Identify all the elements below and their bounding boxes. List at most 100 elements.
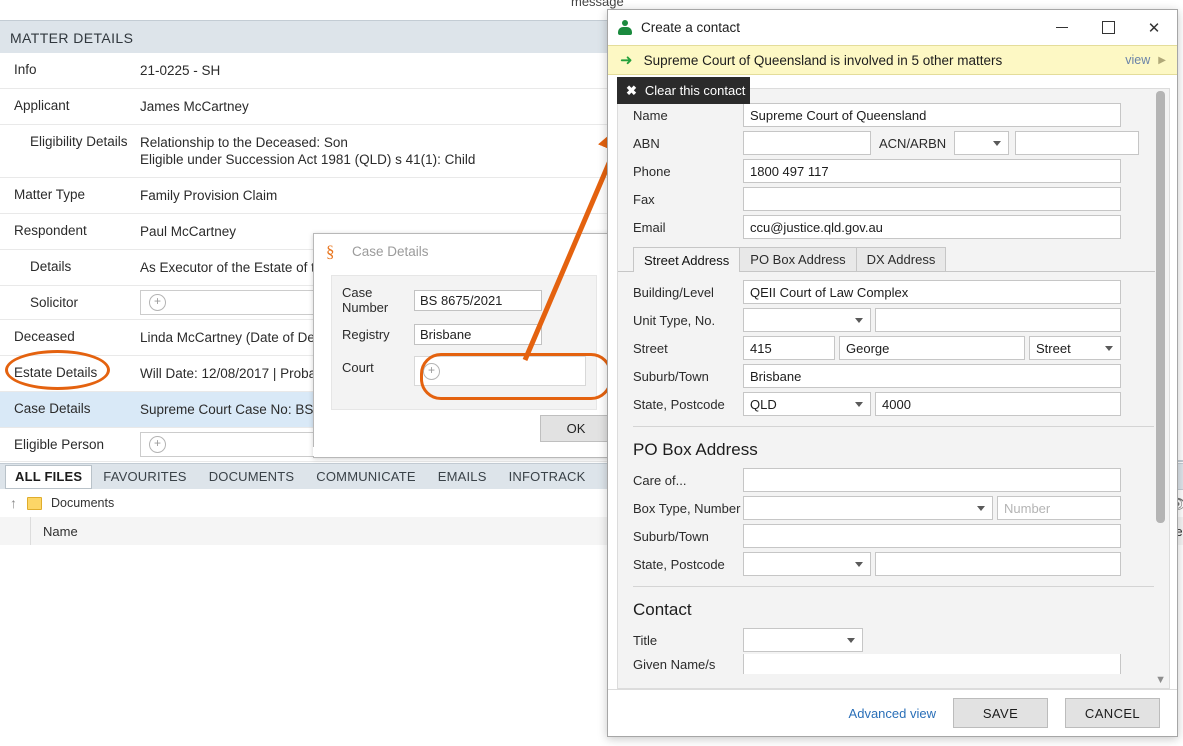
add-icon[interactable]: + — [149, 294, 166, 311]
acn-type-select[interactable] — [954, 131, 1010, 155]
up-arrow-icon[interactable]: ↑ — [10, 495, 17, 511]
file-tab-all-files[interactable]: ALL FILES — [5, 464, 93, 489]
given-names-input[interactable] — [743, 654, 1121, 674]
chevron-down-icon — [855, 562, 863, 567]
chevron-down-icon — [993, 141, 1002, 146]
chevron-down-icon — [1105, 346, 1113, 351]
fax-input[interactable] — [743, 187, 1121, 211]
state-row: State, Postcode QLD 4000 — [618, 390, 1169, 418]
street-name-input[interactable]: George — [839, 336, 1025, 360]
unit-number-input[interactable] — [875, 308, 1121, 332]
save-button[interactable]: SAVE — [953, 698, 1048, 728]
matter-row-label: Case Details — [14, 401, 91, 416]
po-state-row: State, Postcode — [618, 550, 1169, 578]
add-icon[interactable]: + — [423, 362, 440, 380]
column-header-name[interactable]: Name — [31, 524, 78, 539]
smokeball-logo-icon: § — [326, 241, 335, 261]
name-input[interactable]: Supreme Court of Queensland — [743, 103, 1121, 127]
po-postcode-input[interactable] — [875, 552, 1121, 576]
notice-view-link[interactable]: view — [1125, 53, 1150, 67]
case-dialog-footer — [313, 447, 611, 456]
box-number-placeholder: Number — [1004, 500, 1051, 516]
acn-input[interactable] — [1015, 131, 1140, 155]
registry-row: Registry Brisbane — [342, 324, 596, 345]
cancel-button[interactable]: CANCEL — [1065, 698, 1160, 728]
clear-contact-button[interactable]: ✖ Clear this contact — [617, 77, 750, 104]
chevron-down-icon — [855, 402, 863, 407]
case-dialog-titlebar: § Case Details — [314, 234, 612, 268]
chevron-right-icon[interactable]: ▶ — [1158, 55, 1166, 66]
name-row: Name Supreme Court of Queensland — [618, 101, 1169, 129]
chevron-down-icon — [977, 506, 985, 511]
contact-dialog-title: Create a contact — [641, 20, 741, 35]
section-divider-2 — [633, 586, 1154, 587]
po-state-select[interactable] — [743, 552, 871, 576]
case-number-row: Case Number BS 8675/2021 — [342, 285, 596, 315]
create-contact-dialog: Create a contact ✕ ➜ Supreme Court of Qu… — [607, 9, 1178, 737]
street-number-input[interactable]: 415 — [743, 336, 835, 360]
given-names-row: Given Name/s — [618, 654, 1169, 674]
unit-type-select[interactable] — [743, 308, 871, 332]
state-select[interactable]: QLD — [743, 392, 871, 416]
box-number-input[interactable]: Number — [997, 496, 1121, 520]
matter-row-label: Respondent — [14, 223, 87, 238]
contact-dialog-titlebar[interactable]: Create a contact ✕ — [608, 10, 1177, 45]
chevron-down-icon[interactable]: ▼ — [1155, 674, 1166, 686]
phone-input[interactable]: 1800 497 117 — [743, 159, 1121, 183]
notice-text: Supreme Court of Queensland is involved … — [643, 52, 1003, 68]
address-tab-dx-address[interactable]: DX Address — [855, 247, 947, 271]
suburb-input[interactable]: Brisbane — [743, 364, 1121, 388]
dialog-scrollbar-track[interactable]: ▼ — [1155, 90, 1168, 688]
maximize-icon[interactable] — [1085, 10, 1131, 45]
breadcrumb-label[interactable]: Documents — [51, 496, 114, 510]
dialog-scrollbar-thumb[interactable] — [1156, 91, 1165, 523]
box-type-select[interactable] — [743, 496, 993, 520]
boxtype-row: Box Type, Number Number — [618, 494, 1169, 522]
minimize-icon[interactable] — [1039, 10, 1085, 45]
title-row: Title — [618, 626, 1169, 654]
case-dialog-ok-button[interactable]: OK — [540, 415, 612, 442]
po-suburb-input[interactable] — [743, 524, 1121, 548]
clear-contact-label: Clear this contact — [644, 83, 746, 98]
unit-row: Unit Type, No. — [618, 306, 1169, 334]
advanced-view-link[interactable]: Advanced view — [849, 706, 936, 721]
street-type-select[interactable]: Street — [1029, 336, 1121, 360]
file-tab-communicate[interactable]: COMMUNICATE — [305, 467, 426, 487]
postcode-input[interactable]: 4000 — [875, 392, 1121, 416]
building-input[interactable]: QEII Court of Law Complex — [743, 280, 1121, 304]
phone-label: Phone — [633, 163, 671, 179]
given-names-label: Given Name/s — [633, 656, 716, 672]
matter-row-label: Eligible Person — [14, 437, 105, 452]
matter-row-label: Matter Type — [14, 187, 86, 202]
court-row: Court + — [342, 356, 596, 386]
add-icon[interactable]: + — [149, 436, 166, 453]
unit-label: Unit Type, No. — [633, 312, 716, 328]
address-tab-po-box-address[interactable]: PO Box Address — [739, 247, 857, 271]
court-picker-field[interactable]: + — [414, 356, 586, 386]
careof-input[interactable] — [743, 468, 1121, 492]
registry-input[interactable]: Brisbane — [414, 324, 542, 345]
window-controls: ✕ — [1039, 10, 1177, 45]
po-box-heading: PO Box Address — [633, 440, 758, 459]
matter-row-label: Solicitor — [30, 295, 79, 310]
file-tab-favourites[interactable]: FAVOURITES — [92, 467, 197, 487]
close-x-icon: ✖ — [626, 82, 637, 98]
abn-input[interactable] — [743, 131, 871, 155]
title-select[interactable] — [743, 628, 863, 652]
street-row: Street 415 George Street — [618, 334, 1169, 362]
case-number-input[interactable]: BS 8675/2021 — [414, 289, 542, 311]
matter-row-label: Details — [30, 259, 72, 274]
abn-label: ABN — [633, 135, 660, 151]
file-tab-documents[interactable]: DOCUMENTS — [198, 467, 306, 487]
notice-bar[interactable]: ➜ Supreme Court of Queensland is involve… — [608, 45, 1177, 75]
boxtype-label: Box Type, Number — [633, 500, 741, 516]
email-input[interactable]: ccu@justice.qld.gov.au — [743, 215, 1121, 239]
section-divider — [633, 426, 1154, 427]
file-tab-infotrack[interactable]: INFOTRACK — [498, 467, 597, 487]
green-arrow-icon: ➜ — [620, 51, 633, 69]
registry-label: Registry — [342, 327, 390, 342]
file-tab-emails[interactable]: EMAILS — [427, 467, 498, 487]
close-icon[interactable]: ✕ — [1131, 10, 1177, 45]
address-tab-strip[interactable]: Street Address PO Box Address DX Address — [618, 247, 1156, 272]
address-tab-street-address[interactable]: Street Address — [633, 247, 741, 272]
